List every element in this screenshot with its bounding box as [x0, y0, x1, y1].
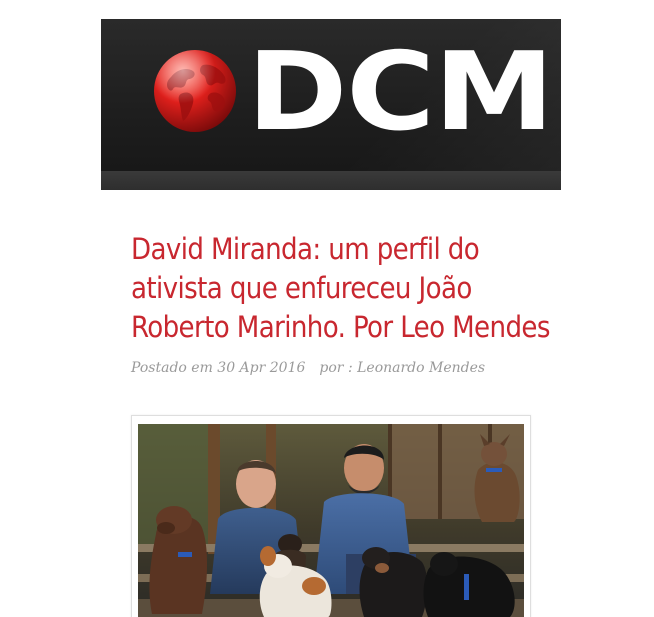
banner-bottom-strip — [101, 171, 561, 190]
article-meta: Postado em 30 Apr 2016 por : Leonardo Men… — [131, 358, 485, 378]
featured-image-frame — [131, 415, 531, 617]
logo-wordmark[interactable]: DCM — [247, 33, 554, 153]
globe-icon — [154, 50, 236, 132]
article-title[interactable]: David Miranda: um perfil do ativista que… — [131, 230, 551, 347]
author-byline[interactable]: por : Leonardo Mendes — [319, 360, 485, 376]
featured-photo[interactable] — [138, 424, 524, 617]
posted-date: Postado em 30 Apr 2016 — [131, 360, 306, 376]
site-banner[interactable]: DCM — [101, 19, 561, 190]
